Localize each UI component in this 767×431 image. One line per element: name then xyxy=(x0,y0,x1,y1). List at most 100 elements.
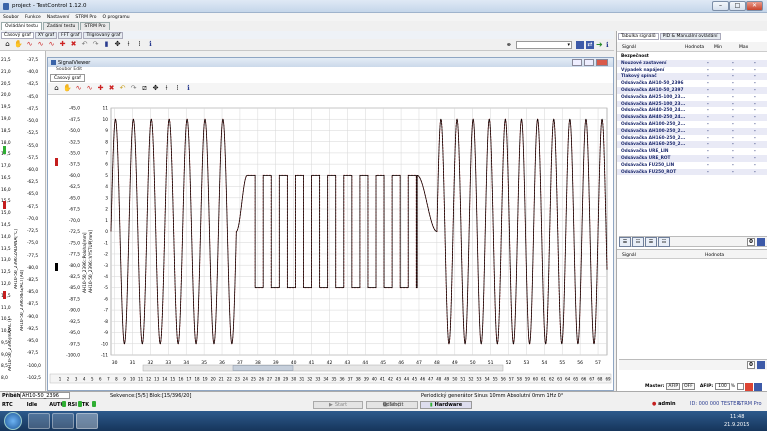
signal-select[interactable]: ▾ xyxy=(516,41,572,49)
cell-max: - xyxy=(754,60,756,66)
zoom-x-icon[interactable]: ∿ xyxy=(25,40,34,49)
ruler-tick-label: 2 xyxy=(67,377,70,382)
table-row[interactable]: Odsávačka URE_LIN - - - xyxy=(617,148,767,155)
link-icon[interactable]: ⚭ xyxy=(506,41,514,49)
table-row[interactable]: Odsávačka AH160-250_2... - - - xyxy=(617,141,767,149)
export-icon[interactable] xyxy=(576,41,584,49)
afip-value-input[interactable]: 100 xyxy=(715,383,730,390)
y-tick-label-secondary: -70,0 xyxy=(69,218,80,224)
tab-strm-pro[interactable]: STRM Pro xyxy=(80,22,110,30)
table-row[interactable]: Odsávačka AH25-100_23... - - - xyxy=(617,100,767,108)
cell-value: - xyxy=(707,135,709,141)
y-tick-label: -2 xyxy=(104,252,109,258)
redo-icon[interactable]: ↷ xyxy=(91,40,100,49)
tab-fft-graf[interactable]: FFT graf xyxy=(58,31,83,39)
ruler-tick-label: 49 xyxy=(444,377,450,382)
table-row[interactable]: Odsávačka AH40-250_24... - - - xyxy=(617,107,767,114)
cell-max: - xyxy=(754,101,756,107)
table-row[interactable]: Výpadek napájení - - - xyxy=(617,67,767,74)
tab-tabulka-signalu[interactable]: Tabulka signálů xyxy=(618,32,659,40)
tab-trigrovany-graf[interactable]: Trigrovaný graf xyxy=(83,31,124,39)
tab-xy-graf[interactable]: XY graf xyxy=(34,31,58,39)
lower-save-icon[interactable] xyxy=(757,361,765,369)
cell-min: - xyxy=(732,135,734,141)
marker-icon[interactable]: ⁞ xyxy=(135,40,144,49)
master-off-button[interactable]: OFF xyxy=(682,383,695,390)
table-row[interactable]: Odsávačka FU250_ROT - - - xyxy=(617,168,767,176)
play-icon[interactable]: ➜ xyxy=(596,41,604,49)
ruler-tick-label: 28 xyxy=(275,377,281,382)
ruler-tick-label: 7 xyxy=(107,377,110,382)
table-row[interactable]: Odsávačka AH10-50_2396 - - - xyxy=(617,80,767,87)
cell-name: Odsávačka AH10-50_2396 xyxy=(621,81,684,87)
menu-funkce[interactable]: Funkce xyxy=(25,15,41,20)
list2-icon[interactable]: ☷ xyxy=(632,236,644,247)
zoom-out-icon[interactable]: ✖ xyxy=(69,40,78,49)
table-row[interactable]: Odsávačka AH10-50_2397 - - - xyxy=(617,86,767,94)
pan-icon[interactable]: ✋ xyxy=(14,40,23,49)
home-icon[interactable]: ⌂ xyxy=(3,40,12,49)
start-orb[interactable] xyxy=(4,412,22,430)
table-row[interactable]: Odsávačka AH40-250_24... - - - xyxy=(617,114,767,121)
crosshair-icon[interactable]: ✥ xyxy=(113,40,122,49)
table-save-icon[interactable] xyxy=(757,238,765,246)
zoom-xy-icon[interactable]: ∿ xyxy=(47,40,56,49)
tab-casovy-graf[interactable]: Časový graf xyxy=(1,31,34,39)
table-row[interactable]: Odsávačka AH100-250_2... - - - xyxy=(617,121,767,128)
y-tick-label: 0 xyxy=(105,229,108,235)
close-button[interactable]: ✕ xyxy=(746,1,763,11)
undo-icon[interactable]: ↶ xyxy=(80,40,89,49)
tab-ovladani-testu[interactable]: Ovládání testu xyxy=(1,22,42,30)
table-row[interactable]: Bezpečnost xyxy=(617,53,767,60)
cell-value: - xyxy=(707,162,709,168)
apply-icon[interactable] xyxy=(754,382,763,391)
lower-table-body xyxy=(617,260,767,358)
table-row[interactable]: Odsávačka AH25-100_23... - - - xyxy=(617,94,767,101)
maximize-button[interactable]: □ xyxy=(729,1,746,11)
hardware-button[interactable]: ▮ Hardware xyxy=(420,401,472,409)
y-tick-label-secondary: -65,0 xyxy=(69,195,80,201)
table-row[interactable]: Nouzové zastavení - - - xyxy=(617,59,767,67)
cell-max: - xyxy=(754,155,756,161)
table-row[interactable]: Tlakový spínač - - - xyxy=(617,73,767,81)
cursor-icon[interactable]: ⟊ xyxy=(124,40,133,49)
zoom-y-icon[interactable]: ∿ xyxy=(36,40,45,49)
zoom-in-icon[interactable]: ✚ xyxy=(58,40,67,49)
tab-zadani-testu[interactable]: Zadání testu xyxy=(42,22,80,30)
ruler-tick-label: 4 xyxy=(83,377,86,382)
table-row[interactable]: Odsávačka URE_ROT - - - xyxy=(617,154,767,162)
ruler-tick-label: 37 xyxy=(348,377,354,382)
list4-icon[interactable]: ☷ xyxy=(658,236,670,247)
cell-value: - xyxy=(707,149,709,155)
taskbar-explorer[interactable] xyxy=(52,413,74,429)
outer-tick-label: -37,5 xyxy=(27,58,39,63)
sync-icon[interactable]: ⇄ xyxy=(586,41,594,49)
list3-icon[interactable]: ☰ xyxy=(645,236,657,247)
master-afip-button[interactable]: AFIP xyxy=(666,383,681,390)
minimize-button[interactable]: – xyxy=(712,1,729,11)
menu-nastaveni[interactable]: Nastavení xyxy=(47,15,70,20)
start-button[interactable]: ▶ Start xyxy=(313,401,363,409)
table-row[interactable]: Odsávačka FU250_LIN - - - xyxy=(617,162,767,169)
list-icon[interactable]: ☰ xyxy=(619,236,631,247)
pribeh-select[interactable]: AH10-50_2396 xyxy=(20,392,70,399)
info2-icon[interactable]: ℹ xyxy=(606,41,614,49)
signal-chart[interactable]: 30 31 32 33 34 35 36 37 38 39 40 41 42 43 44 45 46 47 48 49… xyxy=(48,58,613,390)
ruler-tick-label: 27 xyxy=(267,377,273,382)
menu-o-programu[interactable]: O programu xyxy=(103,15,130,20)
taskbar-ie[interactable] xyxy=(28,413,50,429)
afip-unit: % xyxy=(730,384,736,389)
menu-soubor[interactable]: Soubor xyxy=(3,15,19,20)
tab-pid-manualni[interactable]: PID & Manuální ovládání xyxy=(659,32,721,40)
table-row[interactable]: Odsávačka AH160-250_2... - - - xyxy=(617,135,767,142)
save-icon[interactable]: ▮ xyxy=(102,40,111,49)
taskbar-testcontrol[interactable] xyxy=(76,413,98,429)
table-row[interactable]: Odsávačka AH100-250_2... - - - xyxy=(617,127,767,135)
odlehceni-button[interactable]: Odlehčit xyxy=(368,401,418,409)
menu-strm-pro[interactable]: STRM Pro xyxy=(75,15,96,20)
afip-stepper[interactable] xyxy=(737,383,745,390)
stop-red-icon[interactable] xyxy=(745,382,754,391)
info-icon[interactable]: ℹ xyxy=(146,40,155,49)
cell-min: - xyxy=(732,155,734,161)
outer-tick-label: -45,0 xyxy=(27,94,39,100)
